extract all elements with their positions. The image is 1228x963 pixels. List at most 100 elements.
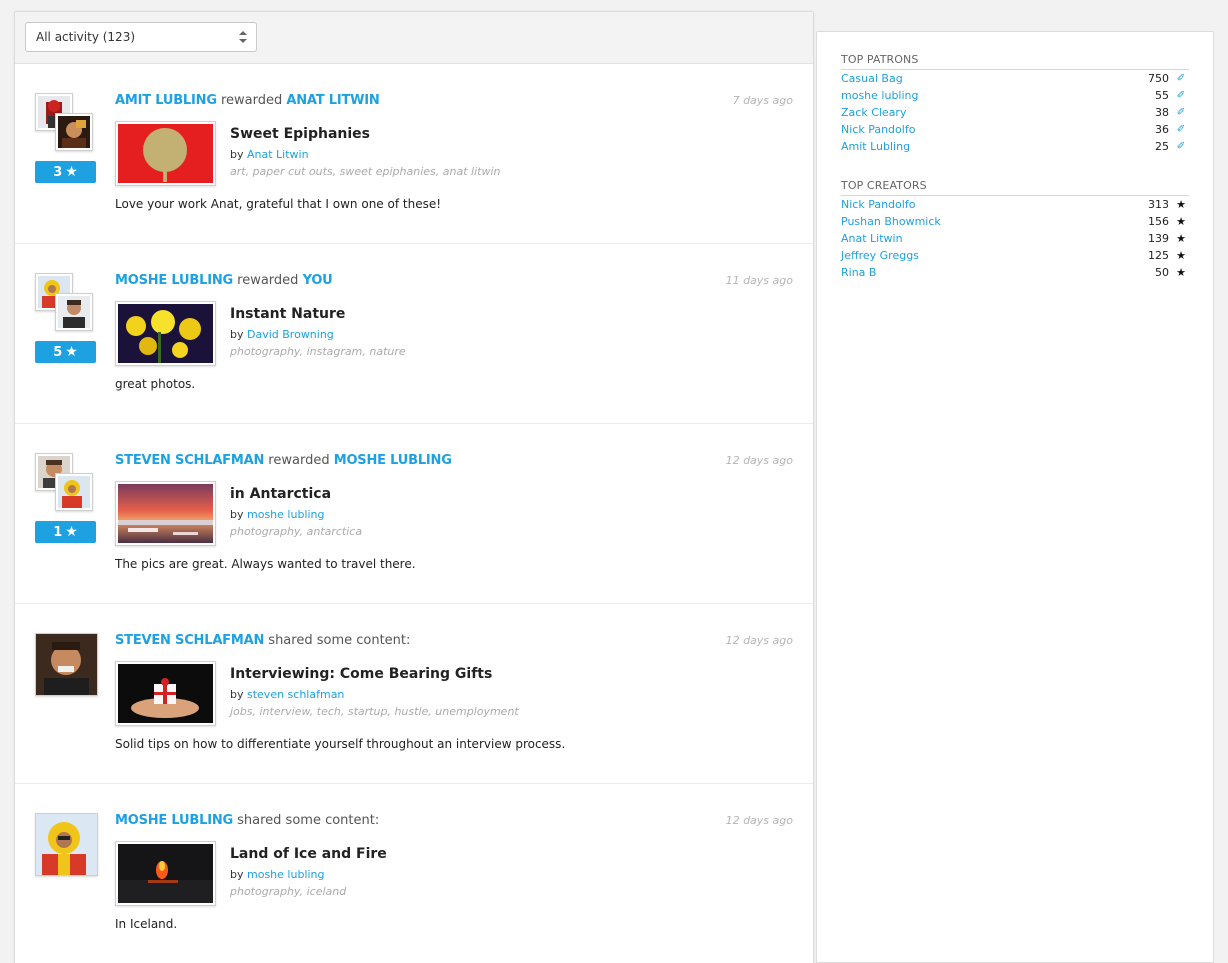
patron-link[interactable]: Amit Lubling bbox=[841, 140, 910, 153]
creator-link[interactable]: Pushan Bhowmick bbox=[841, 215, 941, 228]
timestamp: 12 days ago bbox=[725, 634, 793, 647]
author-link[interactable]: moshe lubling bbox=[247, 508, 325, 521]
content-tags: art, paper cut outs, sweet epiphanies, a… bbox=[230, 165, 501, 178]
author-link[interactable]: Anat Litwin bbox=[247, 148, 309, 161]
creator-link[interactable]: Anat Litwin bbox=[841, 232, 903, 245]
star-icon: ★ bbox=[65, 164, 78, 180]
timestamp: 7 days ago bbox=[732, 94, 793, 107]
actor-link[interactable]: STEVEN SCHLAFMAN bbox=[115, 453, 264, 468]
tag[interactable]: startup bbox=[348, 705, 388, 718]
tag[interactable]: art bbox=[230, 165, 246, 178]
tag[interactable]: jobs bbox=[230, 705, 253, 718]
patron-link[interactable]: Nick Pandolfo bbox=[841, 123, 915, 136]
tag[interactable]: hustle bbox=[394, 705, 428, 718]
byline-prefix: by bbox=[230, 508, 244, 521]
byline-prefix: by bbox=[230, 688, 244, 701]
creator-stars: 125 bbox=[1148, 249, 1169, 262]
tag[interactable]: unemployment bbox=[435, 705, 518, 718]
content-tags: photography, instagram, nature bbox=[230, 345, 406, 358]
activity-headline: MOSHE LUBLING shared some content: bbox=[115, 813, 379, 828]
tag[interactable]: photography bbox=[230, 345, 300, 358]
tag[interactable]: nature bbox=[369, 345, 405, 358]
patron-row: Amit Lubling 25 ✐ bbox=[841, 138, 1189, 155]
target-avatar[interactable] bbox=[55, 293, 93, 331]
top-creators-heading: TOP CREATORS bbox=[841, 179, 1189, 196]
activity-comment: great photos. bbox=[115, 377, 196, 391]
activity-verb: rewarded bbox=[268, 453, 330, 468]
target-link[interactable]: MOSHE LUBLING bbox=[334, 453, 452, 468]
activity-headline: AMIT LUBLING rewarded ANAT LITWIN bbox=[115, 93, 380, 108]
content-thumbnail[interactable] bbox=[115, 301, 216, 366]
feed-item: 3 ★ AMIT LUBLING rewarded ANAT LITWIN 7 d… bbox=[15, 64, 813, 244]
author-link[interactable]: moshe lubling bbox=[247, 868, 325, 881]
content-thumbnail[interactable] bbox=[115, 481, 216, 546]
tag[interactable]: instagram bbox=[307, 345, 363, 358]
top-patrons-heading: TOP PATRONS bbox=[841, 53, 1189, 70]
patron-link[interactable]: Casual Bag bbox=[841, 72, 903, 85]
feed-item: 5 ★ MOSHE LUBLING rewarded YOU 11 days ag… bbox=[15, 244, 813, 424]
content-title[interactable]: in Antarctica bbox=[230, 486, 331, 502]
reward-count: 3 bbox=[53, 165, 63, 180]
content-title[interactable]: Land of Ice and Fire bbox=[230, 846, 387, 862]
content-title[interactable]: Sweet Epiphanies bbox=[230, 126, 370, 142]
actor-link[interactable]: STEVEN SCHLAFMAN bbox=[115, 633, 264, 648]
actor-avatar[interactable] bbox=[35, 633, 98, 696]
tag[interactable]: anat litwin bbox=[443, 165, 501, 178]
target-avatar[interactable] bbox=[55, 473, 93, 511]
content-tags: photography, iceland bbox=[230, 885, 347, 898]
tag[interactable]: tech bbox=[317, 705, 341, 718]
activity-headline: STEVEN SCHLAFMAN rewarded MOSHE LUBLING bbox=[115, 453, 452, 468]
star-icon: ★ bbox=[1176, 198, 1186, 211]
tag[interactable]: photography bbox=[230, 525, 300, 538]
activity-filter-select[interactable]: All activity (123) bbox=[25, 22, 257, 52]
creator-row: Rina B 50 ★ bbox=[841, 264, 1189, 281]
reward-count-badge[interactable]: 5 ★ bbox=[35, 341, 96, 363]
content-tags: photography, antarctica bbox=[230, 525, 363, 538]
patron-icon: ✐ bbox=[1176, 124, 1186, 135]
author-link[interactable]: steven schlafman bbox=[247, 688, 344, 701]
patron-link[interactable]: moshe lubling bbox=[841, 89, 919, 102]
creator-link[interactable]: Rina B bbox=[841, 266, 876, 279]
patron-link[interactable]: Zack Cleary bbox=[841, 106, 906, 119]
patron-row: Nick Pandolfo 36 ✐ bbox=[841, 121, 1189, 138]
target-link[interactable]: YOU bbox=[303, 273, 333, 288]
content-thumbnail[interactable] bbox=[115, 661, 216, 726]
reward-count: 5 bbox=[53, 345, 63, 360]
actor-link[interactable]: MOSHE LUBLING bbox=[115, 813, 233, 828]
target-avatar[interactable] bbox=[55, 113, 93, 151]
reward-count-badge[interactable]: 1 ★ bbox=[35, 521, 96, 543]
tag[interactable]: paper cut outs bbox=[253, 165, 333, 178]
creator-link[interactable]: Jeffrey Greggs bbox=[841, 249, 919, 262]
actor-avatar[interactable] bbox=[35, 813, 98, 876]
tag[interactable]: iceland bbox=[307, 885, 347, 898]
creator-row: Nick Pandolfo 313 ★ bbox=[841, 196, 1189, 213]
content-byline: by David Browning bbox=[230, 328, 334, 341]
content-thumbnail[interactable] bbox=[115, 841, 216, 906]
content-title[interactable]: Instant Nature bbox=[230, 306, 345, 322]
creator-stars: 139 bbox=[1148, 232, 1169, 245]
tag[interactable]: interview bbox=[260, 705, 310, 718]
content-byline: by moshe lubling bbox=[230, 508, 325, 521]
author-link[interactable]: David Browning bbox=[247, 328, 334, 341]
actor-link[interactable]: MOSHE LUBLING bbox=[115, 273, 233, 288]
creator-link[interactable]: Nick Pandolfo bbox=[841, 198, 915, 211]
activity-filter-label: All activity (123) bbox=[36, 30, 136, 44]
sidebar: TOP PATRONS Casual Bag 750 ✐ moshe lubling… bbox=[816, 31, 1214, 963]
target-link[interactable]: ANAT LITWIN bbox=[286, 93, 379, 108]
tag[interactable]: sweet epiphanies bbox=[340, 165, 436, 178]
reward-count-badge[interactable]: 3 ★ bbox=[35, 161, 96, 183]
tag[interactable]: antarctica bbox=[307, 525, 363, 538]
tag[interactable]: photography bbox=[230, 885, 300, 898]
byline-prefix: by bbox=[230, 328, 244, 341]
feed-item: STEVEN SCHLAFMAN shared some content: 12… bbox=[15, 604, 813, 784]
feed-item: 1 ★ STEVEN SCHLAFMAN rewarded MOSHE LUBLI… bbox=[15, 424, 813, 604]
patron-row: Casual Bag 750 ✐ bbox=[841, 70, 1189, 87]
activity-comment: Love your work Anat, grateful that I own… bbox=[115, 197, 442, 211]
actor-link[interactable]: AMIT LUBLING bbox=[115, 93, 217, 108]
top-patrons-section: TOP PATRONS Casual Bag 750 ✐ moshe lubling… bbox=[841, 53, 1189, 155]
content-title[interactable]: Interviewing: Come Bearing Gifts bbox=[230, 666, 492, 682]
content-thumbnail[interactable] bbox=[115, 121, 216, 186]
star-icon: ★ bbox=[1176, 215, 1186, 228]
patron-icon: ✐ bbox=[1176, 73, 1186, 84]
patron-amount: 25 bbox=[1155, 140, 1169, 153]
